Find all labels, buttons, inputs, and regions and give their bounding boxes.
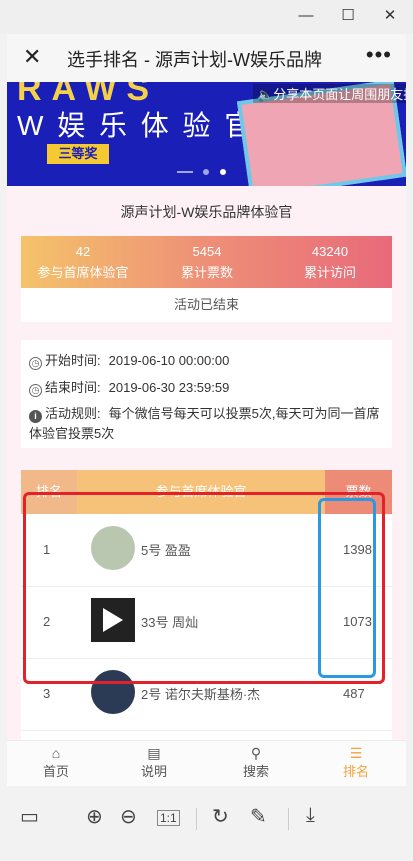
tab-label: 搜索 xyxy=(242,764,269,779)
speaker-icon: 🔈 xyxy=(257,87,274,102)
tab-search[interactable]: ⚲ 搜索 xyxy=(221,745,291,780)
stat-label: 参与首席体验官 xyxy=(37,265,129,280)
rule-row-continued: 体验官投票5次 xyxy=(29,426,115,441)
stat-value: 42 xyxy=(75,244,91,259)
carousel-dots[interactable] xyxy=(177,162,232,180)
event-title: 源声计划-W娱乐品牌体验官 xyxy=(120,204,293,220)
document-icon: ▤ xyxy=(147,745,161,761)
prize-badge: 三等奖 xyxy=(47,144,109,164)
tab-label: 排名 xyxy=(342,764,369,779)
window-title-bar: — ☐ ✕ xyxy=(0,0,413,34)
close-icon[interactable]: ✕ xyxy=(23,44,41,70)
end-time-label: 结束时间: xyxy=(45,380,101,395)
download-icon[interactable]: ⤓ xyxy=(306,804,315,827)
share-hint: 🔈分享本页面让周围朋友投 xyxy=(253,84,406,103)
minimize-button[interactable]: — xyxy=(296,6,316,26)
vote-count: 487 xyxy=(343,686,365,701)
banner[interactable]: RAWS W 娱 乐 体 验 官 三等奖 🔈分享本页面让周围朋友投 xyxy=(7,82,406,186)
rule-label: 活动规则: xyxy=(45,406,101,421)
window-close-button[interactable]: ✕ xyxy=(380,6,400,26)
stat-label: 累计访问 xyxy=(303,265,356,280)
viewer-toolbar: ▭ ⊕ ⊖ 1:1 ↻ ✎ ⤓ xyxy=(0,786,413,861)
stat-value: 5454 xyxy=(192,244,222,259)
stat-votes: 5454 累计票数 xyxy=(145,244,269,281)
home-icon: ⌂ xyxy=(51,745,61,761)
actual-size-button[interactable]: 1:1 xyxy=(157,810,180,826)
tab-label: 首页 xyxy=(42,764,69,779)
contestant-name[interactable]: 2号 诺尔夫斯基杨·杰 xyxy=(141,684,260,703)
start-time-value: 2019-06-10 00:00:00 xyxy=(108,353,230,368)
carousel-dot[interactable] xyxy=(177,171,193,173)
more-icon[interactable]: ••• xyxy=(366,42,392,68)
activity-info: ◷ 开始时间: 2019-06-10 00:00:00 ◷ 结束时间: 2019-06-… xyxy=(21,340,392,448)
carousel-dot[interactable] xyxy=(203,169,210,175)
divider xyxy=(288,808,289,830)
end-time-row: ◷ 结束时间: 2019-06-30 23:59:59 xyxy=(29,377,229,397)
tab-description[interactable]: ▤ 说明 xyxy=(119,745,189,780)
carousel-dot-active[interactable] xyxy=(219,169,226,175)
rotate-icon[interactable]: ↻ xyxy=(212,804,229,829)
tab-label: 说明 xyxy=(140,764,167,779)
banner-subtitle: W 娱 乐 体 验 官 xyxy=(17,110,256,141)
pencil-icon[interactable]: ✎ xyxy=(250,804,267,829)
page-title: 选手排名 - 源声计划-W娱乐品牌 xyxy=(67,50,322,70)
tab-ranking[interactable]: ☰ 排名 xyxy=(321,745,391,780)
stat-label: 累计票数 xyxy=(180,265,233,280)
layout-icon[interactable]: ▭ xyxy=(20,804,39,829)
search-icon: ⚲ xyxy=(250,745,262,761)
status-text: 活动已结束 xyxy=(21,288,392,322)
zoom-out-icon[interactable]: ⊖ xyxy=(120,804,137,829)
tab-bar: ⌂ 首页 ▤ 说明 ⚲ 搜索 ☰ 排名 xyxy=(7,740,406,786)
clock-icon: ◷ xyxy=(29,384,42,397)
rule-row: i 活动规则: 每个微信号每天可以投票5次,每天可为同一首席 xyxy=(29,403,379,423)
divider xyxy=(196,808,197,830)
clock-icon: ◷ xyxy=(29,357,42,370)
stat-participants: 42 参与首席体验官 xyxy=(21,244,145,281)
zoom-in-icon[interactable]: ⊕ xyxy=(86,804,103,829)
start-time-label: 开始时间: xyxy=(45,353,101,368)
rank-number: 3 xyxy=(43,686,51,701)
highlight-box-votes xyxy=(318,498,376,678)
rule-text: 每个微信号每天可以投票5次,每天可为同一首席 xyxy=(108,406,380,421)
stat-value: 43240 xyxy=(311,244,349,259)
list-icon: ☰ xyxy=(349,745,363,761)
stats-bar: 42 参与首席体验官 5454 累计票数 43240 累计访问 xyxy=(21,236,392,288)
start-time-row: ◷ 开始时间: 2019-06-10 00:00:00 xyxy=(29,350,229,370)
maximize-button[interactable]: ☐ xyxy=(338,6,358,26)
stat-visits: 43240 累计访问 xyxy=(268,244,392,281)
info-icon: i xyxy=(29,410,42,423)
end-time-value: 2019-06-30 23:59:59 xyxy=(108,380,230,395)
tab-home[interactable]: ⌂ 首页 xyxy=(21,745,91,780)
navbar: ✕ 选手排名 - 源声计划-W娱乐品牌 ••• xyxy=(7,34,406,82)
